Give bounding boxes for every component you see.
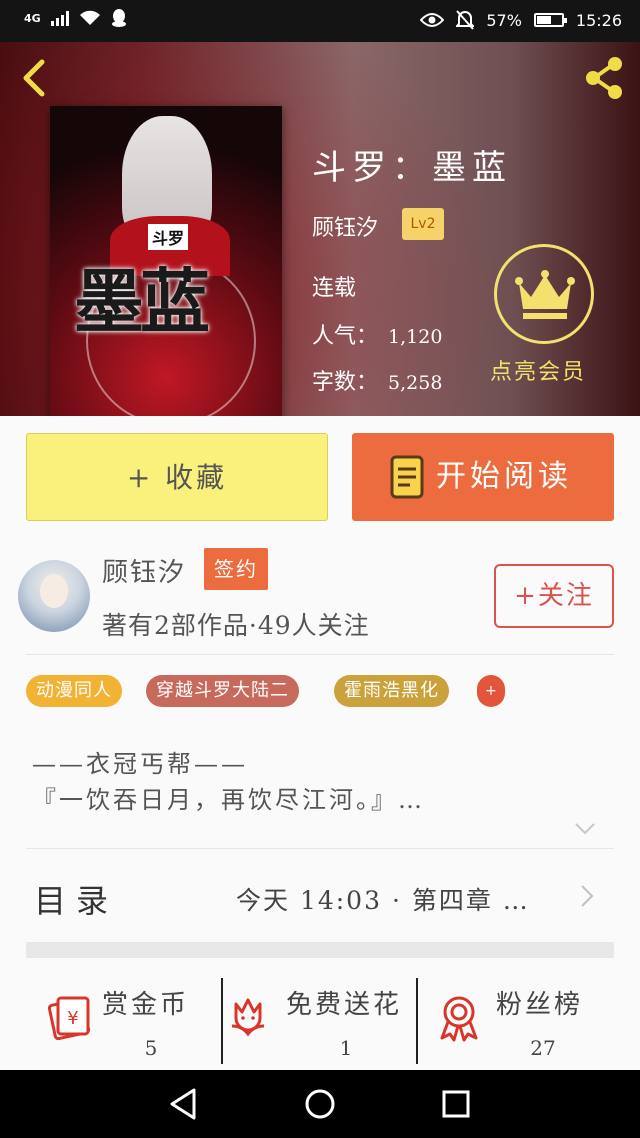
wifi-icon [79, 10, 100, 25]
word-count-label: 字数： [312, 370, 379, 395]
battery-percent: 57% [486, 10, 522, 30]
share-icon[interactable] [580, 54, 628, 102]
vip-label[interactable]: 点亮会员 [490, 354, 586, 386]
fan-ranking-label: 粉丝榜 [496, 990, 584, 1020]
back-arrow-icon[interactable] [14, 56, 54, 100]
section-separator [26, 942, 614, 958]
popularity-value: 1,120 [388, 326, 443, 348]
author-avatar[interactable] [18, 560, 90, 632]
red-envelope-icon: ¥ [47, 996, 91, 1040]
chevron-down-icon[interactable] [574, 822, 596, 836]
signed-badge: 签约 [204, 548, 268, 590]
battery-icon [533, 13, 567, 27]
vertical-divider [416, 978, 418, 1064]
start-reading-label: 开始阅读 [436, 459, 572, 494]
eye-icon [420, 13, 445, 27]
serial-status: 连载 [312, 276, 357, 301]
vip-button[interactable] [494, 244, 594, 344]
latest-chapter[interactable]: 今天 14:03 · 第四章 … [236, 881, 530, 917]
level-badge: Lv2 [402, 208, 444, 240]
tag-anime-fanfic[interactable]: 动漫同人 [26, 675, 122, 707]
mute-bell-icon [456, 10, 475, 30]
svg-text:¥: ¥ [67, 1008, 78, 1029]
start-reading-button[interactable]: 开始阅读 [352, 433, 614, 521]
book-header: 斗罗 墨蓝 斗罗：墨蓝 顾钰汐 Lv2 连载 人气： 1,120 字数： 5,258… [0, 42, 640, 416]
network-type: 4G [24, 11, 41, 25]
nav-back-icon[interactable] [164, 1084, 204, 1124]
book-cover[interactable]: 斗罗 墨蓝 [50, 106, 282, 416]
author-name[interactable]: 顾钰汐 [312, 210, 378, 242]
qq-icon [111, 9, 126, 27]
collect-button[interactable]: + 收藏 [26, 433, 328, 521]
system-nav-bar [0, 1070, 640, 1138]
toc-label[interactable]: 目录 [34, 876, 118, 922]
send-flower-count: 1 [339, 1036, 353, 1060]
signal-icon [50, 10, 69, 26]
flower-icon [231, 998, 265, 1037]
popularity: 人气： 1,120 [312, 318, 442, 350]
crown-icon [515, 270, 575, 319]
clock: 15:26 [575, 10, 622, 30]
tag-douluo[interactable]: 穿越斗罗大陆二 [146, 675, 299, 707]
description-line-2: 『一饮吞日月，再饮尽江河。』… [32, 786, 425, 814]
follow-button[interactable]: +关注 [494, 564, 614, 628]
book-icon [390, 455, 424, 499]
word-count-value: 5,258 [388, 372, 443, 394]
add-tag-button[interactable]: + [477, 675, 505, 707]
word-count: 字数： 5,258 [312, 364, 442, 396]
description-line-1: ——衣冠丐帮—— [32, 750, 248, 778]
send-flower-button[interactable]: 免费送花 1 [228, 980, 414, 1064]
divider [26, 848, 614, 849]
popularity-label: 人气： [312, 324, 379, 349]
fan-ranking-count: 27 [530, 1036, 556, 1060]
cover-big-title: 墨蓝 [74, 260, 210, 343]
vertical-divider [221, 978, 223, 1064]
nav-home-icon[interactable] [300, 1084, 340, 1124]
reward-coins-label: 赏金币 [102, 990, 190, 1020]
tag-huo-yuhao[interactable]: 霍雨浩黑化 [334, 675, 449, 707]
book-title: 斗罗：墨蓝 [312, 148, 512, 188]
reward-coins-count: 5 [144, 1036, 158, 1060]
divider [26, 654, 614, 655]
reward-coins-button[interactable]: ¥ 赏金币 5 [44, 980, 214, 1064]
status-bar: 4G 57% 15:26 [0, 0, 640, 42]
nav-recents-icon[interactable] [436, 1084, 476, 1124]
author-card-name[interactable]: 顾钰汐 [102, 552, 186, 589]
chevron-right-icon[interactable] [580, 884, 594, 908]
author-stats: 著有2部作品·49人关注 [102, 611, 370, 640]
send-flower-label: 免费送花 [286, 990, 403, 1020]
fan-ranking-button[interactable]: 粉丝榜 27 [438, 980, 608, 1064]
